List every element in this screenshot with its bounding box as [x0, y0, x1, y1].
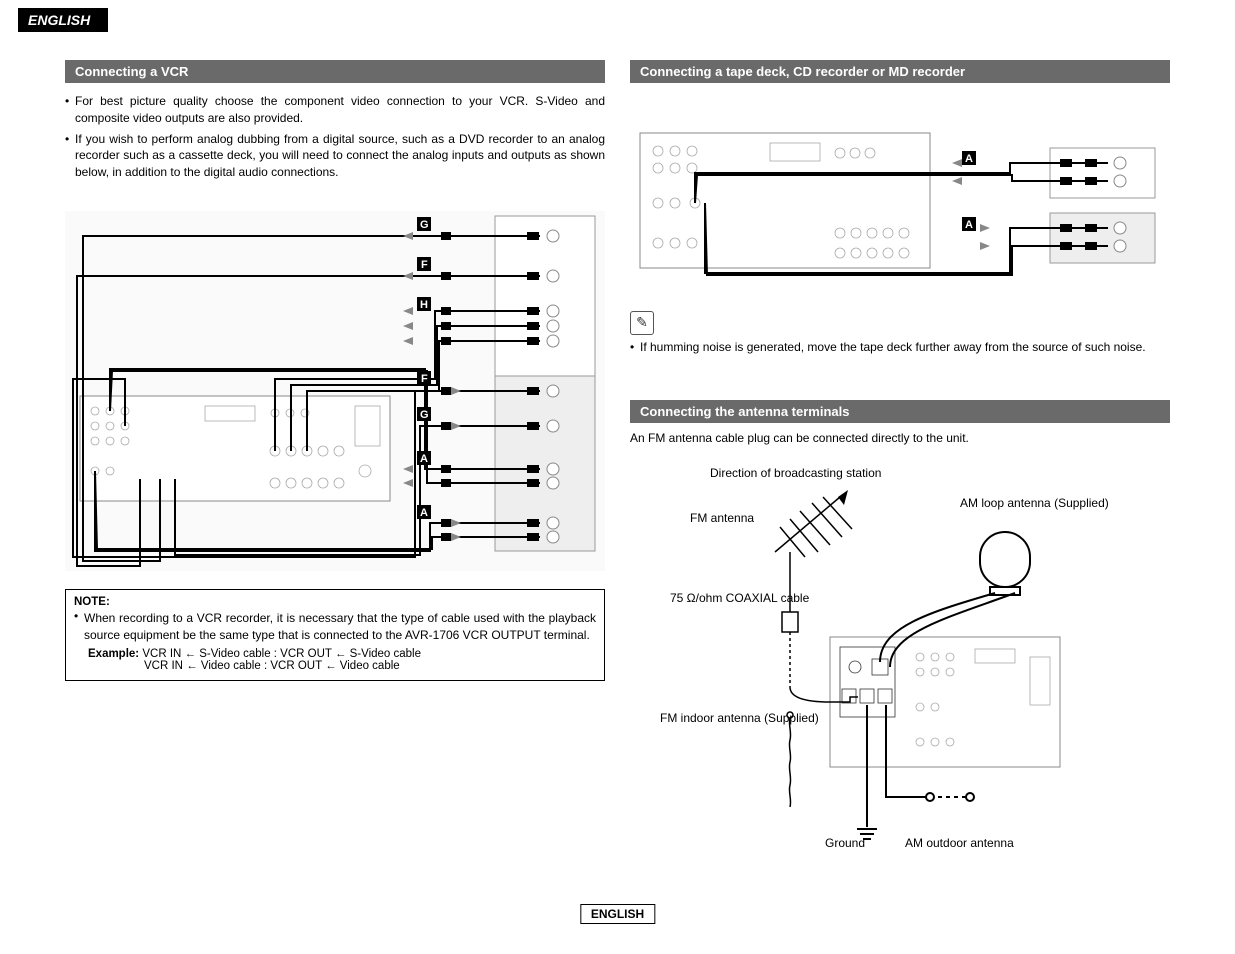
note-title: NOTE:: [74, 596, 596, 608]
pencil-icon: [630, 311, 654, 335]
example-line-1: VCR IN ← S-Video cable : VCR OUT ← S-Vid…: [142, 648, 421, 660]
section-heading-antenna: Connecting the antenna terminals: [630, 400, 1170, 423]
bullet-dot: •: [65, 131, 75, 181]
note-bullet: • When recording to a VCR recorder, it i…: [74, 608, 596, 644]
bullet-text: For best picture quality choose the comp…: [75, 93, 605, 127]
svg-text:AM outdoor antenna: AM outdoor antenna: [905, 836, 1014, 850]
svg-text:A: A: [965, 153, 973, 165]
bullet-item: • If you wish to perform analog dubbing …: [65, 131, 605, 181]
svg-text:F: F: [421, 373, 428, 385]
svg-text:FM antenna: FM antenna: [690, 511, 754, 525]
note-box: NOTE: • When recording to a VCR recorder…: [65, 589, 605, 681]
language-tab: ENGLISH: [18, 8, 108, 32]
svg-text:Ground: Ground: [825, 836, 865, 850]
bullet-text: If you wish to perform analog dubbing fr…: [75, 131, 605, 181]
vcr-bullet-list: • For best picture quality choose the co…: [65, 93, 605, 181]
right-column: Connecting a tape deck, CD recorder or M…: [630, 60, 1170, 867]
example-line-2: VCR IN ← Video cable : VCR OUT ← Video c…: [88, 660, 596, 672]
bullet-item: • For best picture quality choose the co…: [65, 93, 605, 127]
svg-text:F: F: [421, 259, 428, 271]
antenna-intro-text: An FM antenna cable plug can be connecte…: [630, 431, 1170, 445]
footer-language-label: ENGLISH: [580, 904, 655, 924]
svg-text:FM indoor antenna (Supplied): FM indoor antenna (Supplied): [660, 711, 819, 725]
svg-text:G: G: [420, 409, 429, 421]
left-column: Connecting a VCR • For best picture qual…: [65, 60, 605, 681]
antenna-diagram: Direction of broadcasting station FM ant…: [630, 457, 1170, 867]
svg-text:A: A: [420, 507, 428, 519]
svg-text:75 Ω/ohm COAXIAL cable: 75 Ω/ohm COAXIAL cable: [670, 591, 810, 605]
example-label: Example:: [88, 648, 139, 660]
bullet-dot: •: [65, 93, 75, 127]
svg-text:G: G: [420, 219, 429, 231]
svg-text:A: A: [965, 219, 973, 231]
tape-note-bullet: • If humming noise is generated, move th…: [630, 339, 1170, 356]
svg-text:Direction of broadcasting stat: Direction of broadcasting station: [710, 466, 881, 480]
section-heading-vcr: Connecting a VCR: [65, 60, 605, 83]
vcr-connection-diagram: G F H F G A A: [65, 211, 605, 571]
note-example: Example: VCR IN ← S-Video cable : VCR OU…: [74, 648, 596, 672]
section-heading-tape: Connecting a tape deck, CD recorder or M…: [630, 60, 1170, 83]
tape-note-text: If humming noise is generated, move the …: [640, 339, 1170, 356]
note-text: When recording to a VCR recorder, it is …: [84, 610, 596, 644]
tape-deck-diagram: A A: [630, 113, 1170, 293]
svg-text:H: H: [420, 299, 428, 311]
svg-text:AM loop antenna (Supplied): AM loop antenna (Supplied): [960, 496, 1109, 510]
svg-text:A: A: [420, 453, 428, 465]
